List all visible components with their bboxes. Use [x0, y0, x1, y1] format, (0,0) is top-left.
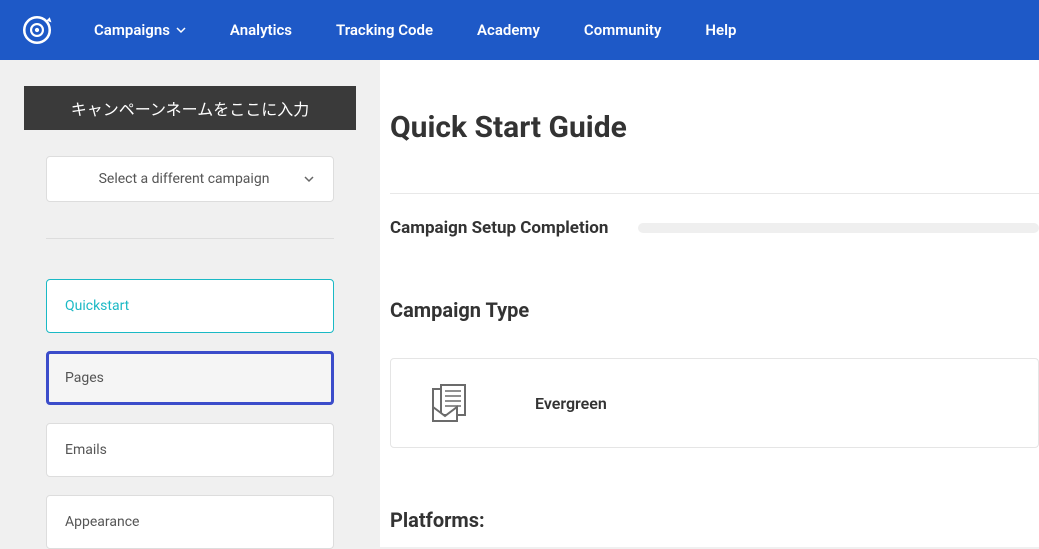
sidebar-item-label: Emails: [65, 442, 107, 458]
nav-label: Help: [705, 21, 736, 39]
chevron-down-icon: [303, 173, 315, 185]
sidebar-item-label: Appearance: [65, 514, 139, 530]
nav-label: Community: [584, 21, 662, 39]
nav-academy[interactable]: Academy: [477, 21, 540, 39]
logo-icon: [20, 13, 54, 47]
divider: [46, 238, 334, 239]
campaign-type-title: Campaign Type: [390, 298, 1039, 322]
campaign-name-text: キャンペーンネームをここに入力: [71, 100, 309, 119]
nav-help[interactable]: Help: [705, 21, 736, 39]
main-content: Quick Start Guide Campaign Setup Complet…: [380, 60, 1039, 547]
nav-community[interactable]: Community: [584, 21, 662, 39]
nav-campaigns[interactable]: Campaigns: [94, 21, 186, 39]
sidebar-menu: Quickstart Pages Emails Appearance: [46, 279, 334, 549]
top-nav: Campaigns Analytics Tracking Code Academ…: [0, 0, 1039, 60]
nav-label: Campaigns: [94, 21, 170, 39]
sidebar-item-emails[interactable]: Emails: [46, 423, 334, 477]
nav-tracking-code[interactable]: Tracking Code: [336, 21, 433, 39]
page-title: Quick Start Guide: [390, 110, 1039, 145]
divider: [390, 193, 1039, 194]
platforms-title: Platforms:: [390, 508, 1039, 532]
completion-label: Campaign Setup Completion: [390, 218, 608, 238]
sidebar-item-pages[interactable]: Pages: [46, 351, 334, 405]
main-container: キャンペーンネームをここに入力 Select a different campa…: [0, 60, 1039, 547]
sidebar-item-label: Pages: [65, 370, 104, 386]
campaign-select-label: Select a different campaign: [65, 171, 303, 187]
progress-bar: [638, 223, 1039, 233]
nav-label: Tracking Code: [336, 21, 433, 39]
sidebar-item-appearance[interactable]: Appearance: [46, 495, 334, 549]
campaign-type-value: Evergreen: [535, 394, 607, 413]
campaign-select-dropdown[interactable]: Select a different campaign: [46, 156, 334, 202]
document-stack-icon: [431, 383, 475, 423]
nav-label: Analytics: [230, 21, 292, 39]
campaign-name-input[interactable]: キャンペーンネームをここに入力: [24, 86, 356, 130]
nav-label: Academy: [477, 21, 540, 39]
sidebar: キャンペーンネームをここに入力 Select a different campa…: [0, 60, 380, 547]
completion-row: Campaign Setup Completion: [390, 218, 1039, 238]
nav-analytics[interactable]: Analytics: [230, 21, 292, 39]
campaign-type-card[interactable]: Evergreen: [390, 358, 1039, 448]
nav-items: Campaigns Analytics Tracking Code Academ…: [94, 21, 736, 39]
chevron-down-icon: [176, 25, 186, 35]
sidebar-item-label: Quickstart: [65, 298, 129, 314]
sidebar-item-quickstart[interactable]: Quickstart: [46, 279, 334, 333]
